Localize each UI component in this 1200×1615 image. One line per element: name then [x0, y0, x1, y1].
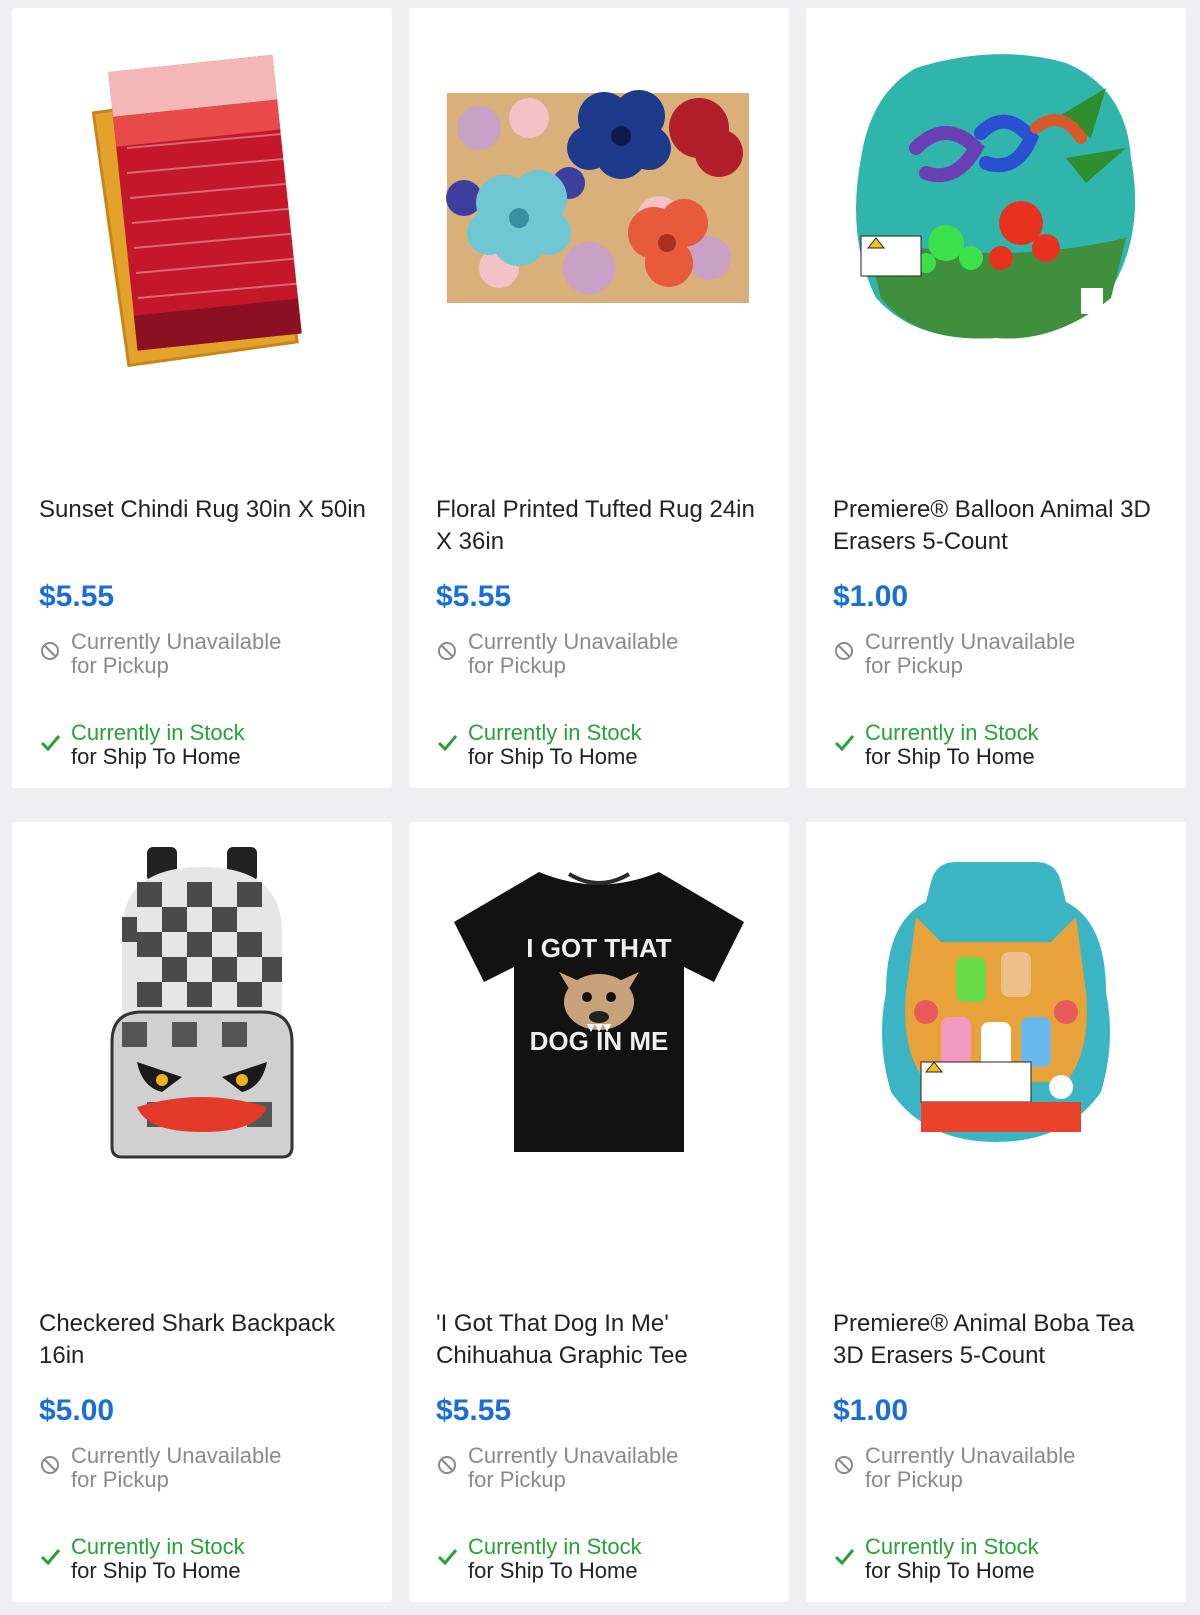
eraser-pack-image-art	[856, 54, 1136, 339]
checkmark-icon	[437, 735, 458, 752]
backpack-image-art	[110, 847, 294, 1159]
product-price: $5.55	[436, 1394, 512, 1427]
ship-status-line1: Currently in Stock	[468, 720, 642, 745]
rug-image-art	[91, 54, 305, 368]
product-image[interactable]	[12, 822, 392, 1242]
unavailable-icon	[835, 642, 853, 660]
product-title[interactable]: Sunset Chindi Rug 30in X 50in	[39, 494, 369, 526]
product-title[interactable]: 'I Got That Dog In Me' Chihuahua Graphic…	[436, 1308, 766, 1372]
product-price: $1.00	[833, 1394, 909, 1427]
product-price: $1.00	[833, 580, 909, 613]
unavailable-icon	[438, 642, 456, 660]
pickup-status-line1: Currently Unavailable	[71, 629, 282, 654]
ship-status-line1: Currently in Stock	[865, 1534, 1039, 1559]
unavailable-icon	[41, 1456, 59, 1474]
checkmark-icon	[40, 735, 61, 752]
ship-status-line2: for Ship To Home	[865, 1558, 1035, 1583]
unavailable-icon	[41, 642, 59, 660]
product-image[interactable]	[806, 822, 1186, 1242]
pickup-status-line1: Currently Unavailable	[468, 1443, 679, 1468]
product-image[interactable]	[12, 8, 392, 428]
pickup-status-line2: for Pickup	[865, 653, 963, 678]
product-title[interactable]: Premiere® Balloon Animal 3D Erasers 5-Co…	[833, 494, 1163, 558]
product-price: $5.00	[39, 1394, 115, 1427]
product-card[interactable]: Premiere® Animal Boba Tea 3D Erasers 5-C…	[806, 822, 1186, 1602]
pickup-status-line2: for Pickup	[71, 653, 169, 678]
eraser-pack-image-art	[882, 862, 1110, 1142]
product-card[interactable]: Checkered Shark Backpack 16in $5.00 Curr…	[12, 822, 392, 1602]
pickup-status-line1: Currently Unavailable	[865, 629, 1076, 654]
shirt-text-top: I GOT THAT	[526, 933, 672, 963]
ship-status-line2: for Ship To Home	[865, 744, 1035, 769]
unavailable-icon	[438, 1456, 456, 1474]
pickup-status-line2: for Pickup	[468, 1467, 566, 1492]
pickup-status-line2: for Pickup	[71, 1467, 169, 1492]
ship-status-line1: Currently in Stock	[468, 1534, 642, 1559]
shirt-text-bottom: DOG IN ME	[530, 1026, 669, 1056]
product-card[interactable]: Premiere® Balloon Animal 3D Erasers 5-Co…	[806, 8, 1186, 788]
product-card[interactable]: I GOT THAT DOG IN ME 'I Got That Dog In …	[409, 822, 789, 1602]
ship-status-line1: Currently in Stock	[71, 720, 245, 745]
product-price: $5.55	[39, 580, 115, 613]
ship-status-line1: Currently in Stock	[865, 720, 1039, 745]
product-title[interactable]: Premiere® Animal Boba Tea 3D Erasers 5-C…	[833, 1308, 1163, 1372]
product-image[interactable]: I GOT THAT DOG IN ME	[409, 822, 789, 1242]
pickup-status-line2: for Pickup	[865, 1467, 963, 1492]
product-image[interactable]	[409, 8, 789, 428]
checkmark-icon	[834, 1549, 855, 1566]
checkmark-icon	[40, 1549, 61, 1566]
pickup-status-line2: for Pickup	[468, 653, 566, 678]
product-title[interactable]: Checkered Shark Backpack 16in	[39, 1308, 369, 1372]
product-price: $5.55	[436, 580, 512, 613]
product-card[interactable]: Floral Printed Tufted Rug 24in X 36in $5…	[409, 8, 789, 788]
pickup-status-line1: Currently Unavailable	[865, 1443, 1076, 1468]
ship-status-line2: for Ship To Home	[71, 1558, 241, 1583]
rug-image-art	[446, 90, 749, 303]
pickup-status-line1: Currently Unavailable	[468, 629, 679, 654]
ship-status-line2: for Ship To Home	[468, 1558, 638, 1583]
unavailable-icon	[835, 1456, 853, 1474]
product-card[interactable]: Sunset Chindi Rug 30in X 50in $5.55 Curr…	[12, 8, 392, 788]
product-title[interactable]: Floral Printed Tufted Rug 24in X 36in	[436, 494, 766, 558]
tshirt-image-art: I GOT THAT DOG IN ME	[454, 872, 744, 1152]
ship-status-line1: Currently in Stock	[71, 1534, 245, 1559]
product-image[interactable]	[806, 8, 1186, 428]
checkmark-icon	[834, 735, 855, 752]
checkmark-icon	[437, 1549, 458, 1566]
product-grid: Sunset Chindi Rug 30in X 50in $5.55 Curr…	[0, 0, 1200, 1615]
pickup-status-line1: Currently Unavailable	[71, 1443, 282, 1468]
ship-status-line2: for Ship To Home	[468, 744, 638, 769]
ship-status-line2: for Ship To Home	[71, 744, 241, 769]
